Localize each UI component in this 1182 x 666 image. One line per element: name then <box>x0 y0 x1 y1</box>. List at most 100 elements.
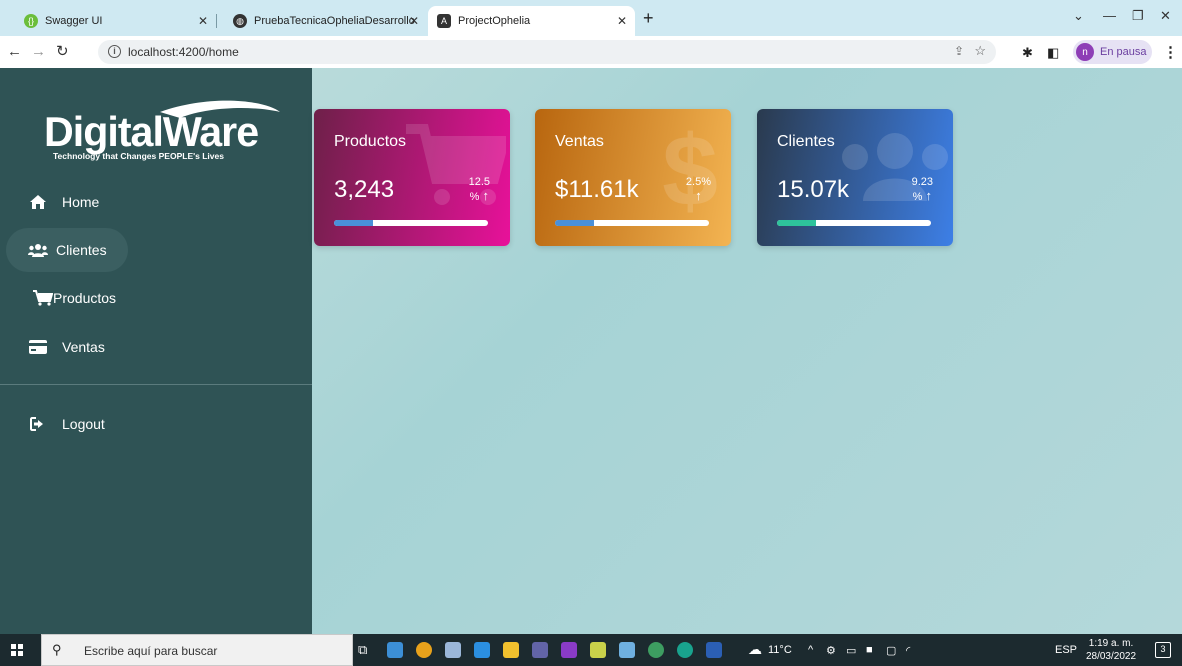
system-clock[interactable]: 1:19 a. m. 28/03/2022 <box>1083 637 1139 663</box>
sidebar-item-clientes[interactable]: Clientes <box>6 228 128 272</box>
arrow-up-icon: ↑ <box>695 188 702 203</box>
language-indicator[interactable]: ESP <box>1055 644 1077 656</box>
progress-bar <box>555 220 709 226</box>
brand-tagline: Technology that Changes PEOPLE's Lives <box>53 151 224 161</box>
angular-icon: A <box>437 14 451 28</box>
chrome-icon[interactable] <box>416 642 432 658</box>
sidebar-item-ventas[interactable]: Ventas <box>0 325 312 369</box>
security-icon[interactable] <box>503 642 519 658</box>
card-title: Productos <box>334 133 407 150</box>
tab-swagger-ui[interactable]: {} Swagger UI ✕ <box>6 6 217 36</box>
address-bar[interactable]: i localhost:4200/home ⇪ ☆ <box>98 40 996 64</box>
search-placeholder: Escribe aquí para buscar <box>84 644 218 658</box>
stat-card-clientes[interactable]: Clientes 15.07k 9.23 % ↑ <box>757 109 953 246</box>
close-tab-icon[interactable]: ✕ <box>198 14 208 28</box>
new-tab-icon[interactable]: + <box>643 9 654 27</box>
reload-icon[interactable]: ↻ <box>56 44 69 60</box>
users-watermark-icon <box>842 133 948 201</box>
logout-button[interactable]: Logout <box>0 402 312 446</box>
card-title: Ventas <box>555 133 604 150</box>
tab-prueba-tecnica[interactable]: ◍ PruebaTecnicaOpheliaDesarrollo ✕ <box>217 6 427 36</box>
battery-icon[interactable]: ▭ <box>846 644 856 657</box>
brand-name: DigitalWare <box>44 108 259 155</box>
swagger-icon: {} <box>24 14 38 28</box>
teams-icon[interactable] <box>532 642 548 658</box>
tray-app-icon[interactable]: ⚙ <box>826 644 836 657</box>
arrow-up-icon: ↑ <box>925 188 932 203</box>
notification-center-icon[interactable]: 3 <box>1155 642 1171 658</box>
tray-chevron-icon[interactable]: ^ <box>808 644 813 656</box>
sidebar-item-productos[interactable]: Productos <box>0 276 312 320</box>
avatar: n <box>1076 43 1094 61</box>
back-icon[interactable]: ← <box>7 44 22 60</box>
side-panel-icon[interactable]: ◧ <box>1047 45 1059 61</box>
sidebar-item-label: Home <box>62 194 100 210</box>
tray-app-icon[interactable]: ■ <box>866 644 873 656</box>
restore-icon[interactable]: ❐ <box>1132 8 1144 24</box>
home-icon <box>27 194 49 210</box>
app-viewport: DigitalWare Technology that Changes PEOP… <box>0 68 1182 634</box>
wifi-icon[interactable]: ◜ <box>906 644 910 657</box>
cart-icon <box>33 290 53 306</box>
clock-date: 28/03/2022 <box>1085 651 1137 662</box>
logout-icon <box>27 417 49 431</box>
tab-title: PruebaTecnicaOpheliaDesarrollo <box>254 15 415 27</box>
app-icon[interactable] <box>590 642 606 658</box>
chrome-icon[interactable] <box>648 642 664 658</box>
sidebar: DigitalWare Technology that Changes PEOP… <box>0 68 312 634</box>
file-explorer-icon[interactable] <box>387 642 403 658</box>
network-icon[interactable]: ▢ <box>886 644 896 657</box>
app-icon[interactable] <box>619 642 635 658</box>
share-icon[interactable]: ⇪ <box>954 44 964 58</box>
tab-search-icon[interactable]: ⌄ <box>1073 8 1084 24</box>
sidebar-item-label: Ventas <box>62 339 105 355</box>
profile-status: En pausa <box>1100 46 1147 58</box>
digitalware-logo: DigitalWare Technology that Changes PEOP… <box>40 98 290 168</box>
close-tab-icon[interactable]: ✕ <box>409 14 419 28</box>
app-icon[interactable] <box>445 642 461 658</box>
percent-value: 2.5% <box>685 176 711 188</box>
globe-icon: ◍ <box>233 14 247 28</box>
weather-icon[interactable]: ☁ <box>748 641 762 658</box>
cart-watermark-icon <box>406 124 506 205</box>
info-icon[interactable]: i <box>108 45 121 58</box>
extensions-icon[interactable]: ✱ <box>1022 45 1033 61</box>
sidebar-divider <box>0 384 312 385</box>
card-value: 15.07k <box>777 176 850 203</box>
card-percent-change: 9.23 % ↑ <box>912 175 933 204</box>
card-percent-change: 2.5% ↑ <box>686 175 711 204</box>
percent-value: 12.5 <box>468 176 490 188</box>
chrome-profile-icon[interactable] <box>677 642 693 658</box>
task-view-icon[interactable]: ⧉ <box>358 642 367 658</box>
close-tab-icon[interactable]: ✕ <box>617 14 627 28</box>
forward-icon[interactable]: → <box>31 44 46 60</box>
temperature: 11°C <box>768 644 792 656</box>
address-toolbar: ← → ↻ i localhost:4200/home ⇪ ☆ ✱ ◧ n En… <box>0 36 1182 68</box>
visual-studio-icon[interactable] <box>561 642 577 658</box>
arrow-up-icon: ↑ <box>482 188 489 203</box>
tab-project-ophelia[interactable]: A ProjectOphelia ✕ <box>428 6 635 36</box>
minimize-icon[interactable]: — <box>1103 8 1116 23</box>
tab-title: ProjectOphelia <box>458 15 531 27</box>
windows-start-icon[interactable] <box>11 644 23 656</box>
browser-tab-strip: {} Swagger UI ✕ ◍ PruebaTecnicaOpheliaDe… <box>0 0 1182 36</box>
progress-fill <box>555 220 594 226</box>
close-window-icon[interactable]: ✕ <box>1160 8 1171 24</box>
windows-taskbar: ⚲ Escribe aquí para buscar ⧉ ☁ 11°C ^ ⚙ … <box>0 634 1182 666</box>
credit-card-icon <box>27 340 49 354</box>
progress-bar <box>334 220 488 226</box>
vscode-icon[interactable] <box>474 642 490 658</box>
card-value: $11.61k <box>555 176 639 203</box>
profile-button[interactable]: n En pausa <box>1073 40 1152 64</box>
bookmark-star-icon[interactable]: ☆ <box>974 43 986 59</box>
progress-fill <box>777 220 816 226</box>
tab-title: Swagger UI <box>45 15 103 27</box>
percent-sign: % <box>912 191 923 203</box>
card-title: Clientes <box>777 133 835 150</box>
sidebar-item-home[interactable]: Home <box>0 180 312 224</box>
word-icon[interactable] <box>706 642 722 658</box>
stat-card-productos[interactable]: Productos 3,243 12.5 % ↑ <box>314 109 510 246</box>
taskbar-search[interactable]: ⚲ Escribe aquí para buscar <box>41 634 353 666</box>
browser-menu-icon[interactable]: ⋮ <box>1163 43 1178 61</box>
stat-card-ventas[interactable]: $ Ventas $11.61k 2.5% ↑ <box>535 109 731 246</box>
